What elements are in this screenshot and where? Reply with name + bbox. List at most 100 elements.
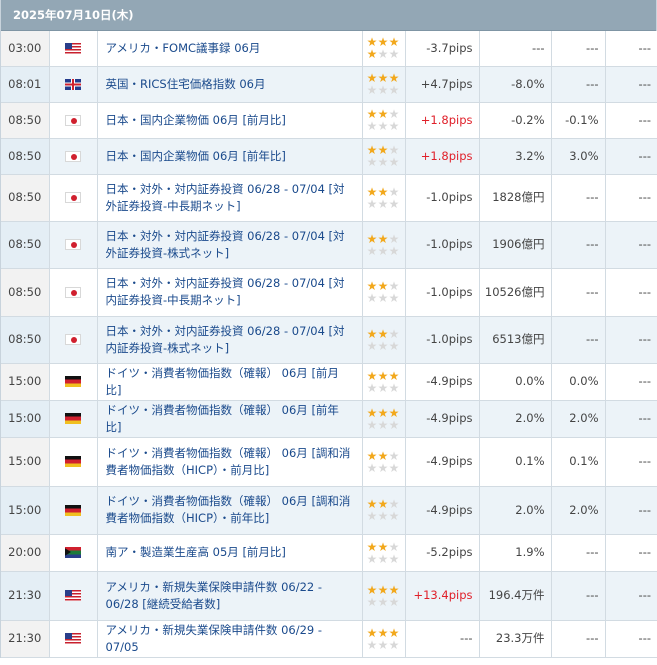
event-name-link[interactable]: 南ア・製造業生産高 05月 [前月比] bbox=[106, 544, 354, 561]
event-name-link[interactable]: 日本・国内企業物価 06月 [前月比] bbox=[106, 112, 354, 129]
star-icon: ★ bbox=[388, 368, 400, 383]
event-name-link[interactable]: 日本・国内企業物価 06月 [前年比] bbox=[106, 148, 354, 165]
previous-value: --- bbox=[605, 363, 657, 401]
event-name-cell[interactable]: 英国・RICS住宅価格指数 06月 bbox=[97, 66, 363, 103]
star-icon: ★ bbox=[366, 625, 378, 640]
impact-value: +1.8pips bbox=[405, 102, 480, 139]
event-name-cell[interactable]: ドイツ・消費者物価指数（確報） 06月 [前年比] bbox=[97, 400, 363, 438]
star-icon: ★ bbox=[388, 405, 400, 420]
star-icon: ★ bbox=[388, 380, 400, 395]
event-name-link[interactable]: 日本・対外・対内証券投資 06/28 - 07/04 [対内証券投資-株式ネット… bbox=[106, 323, 354, 357]
forecast-value: --- bbox=[551, 534, 606, 572]
table-row[interactable]: 15:00 ドイツ・消費者物価指数（確報） 06月 [調和消費者物価指数（HICP… bbox=[1, 486, 657, 535]
star-icon: ★ bbox=[366, 460, 378, 475]
table-row[interactable]: 21:30 アメリカ・新規失業保険申請件数 06/22 - 06/28 [継続受給… bbox=[1, 571, 657, 621]
event-time: 03:00 bbox=[1, 31, 50, 67]
table-row[interactable]: 03:00 アメリカ・FOMC議事録 06月 ★ ★ ★ ★ ★ ★ -3.7pips --- --… bbox=[1, 31, 657, 67]
forecast-value: --- bbox=[551, 221, 606, 269]
event-name-link[interactable]: ドイツ・消費者物価指数（確報） 06月 [調和消費者物価指数（HICP）・前月比… bbox=[106, 445, 354, 479]
star-icon: ★ bbox=[388, 196, 400, 211]
country-flag-cell bbox=[49, 66, 98, 103]
star-icon: ★ bbox=[377, 380, 389, 395]
event-name-cell[interactable]: アメリカ・新規失業保険申請件数 06/22 - 06/28 [継続受給者数] bbox=[97, 571, 363, 621]
date-header-label: 2025年07月10日(木) bbox=[13, 8, 134, 22]
impact-value: +1.8pips bbox=[405, 138, 480, 175]
impact-value: -4.9pips bbox=[405, 486, 480, 535]
table-row[interactable]: 21:30 アメリカ・新規失業保険申請件数 06/29 - 07/05 ★ ★ ★ ★ ★ ★… bbox=[1, 620, 657, 658]
uk-flag-icon bbox=[65, 78, 81, 90]
event-name-link[interactable]: アメリカ・FOMC議事録 06月 bbox=[106, 40, 354, 57]
forecast-value: --- bbox=[551, 316, 606, 364]
previous-value: --- bbox=[605, 31, 657, 67]
event-name-link[interactable]: 英国・RICS住宅価格指数 06月 bbox=[106, 76, 354, 93]
impact-value: -3.7pips bbox=[405, 31, 480, 67]
table-row[interactable]: 08:50 日本・対外・対内証券投資 06/28 - 07/04 [対内証券投資-… bbox=[1, 316, 657, 364]
event-name-cell[interactable]: アメリカ・FOMC議事録 06月 bbox=[97, 31, 363, 67]
table-row[interactable]: 15:00 ドイツ・消費者物価指数（確報） 06月 [調和消費者物価指数（HICP… bbox=[1, 437, 657, 487]
actual-value: 1828億円 bbox=[479, 174, 552, 222]
table-row[interactable]: 08:50 日本・国内企業物価 06月 [前年比] ★ ★ ★ ★ ★ ★ +1.8pips 3.… bbox=[1, 138, 657, 175]
event-name-link[interactable]: ドイツ・消費者物価指数（確報） 06月 [前月比] bbox=[106, 365, 354, 399]
previous-value: --- bbox=[605, 66, 657, 103]
event-name-cell[interactable]: 日本・対外・対内証券投資 06/28 - 07/04 [対外証券投資-中長期ネッ… bbox=[97, 174, 363, 222]
event-name-cell[interactable]: ドイツ・消費者物価指数（確報） 06月 [調和消費者物価指数（HICP）・前月比… bbox=[97, 437, 363, 487]
forecast-value: -0.1% bbox=[551, 102, 606, 139]
star-icon: ★ bbox=[388, 291, 400, 305]
event-name-cell[interactable]: 日本・対外・対内証券投資 06/28 - 07/04 [対内証券投資-中長期ネッ… bbox=[97, 268, 363, 317]
event-name-link[interactable]: ドイツ・消費者物価指数（確報） 06月 [前年比] bbox=[106, 402, 354, 436]
event-name-link[interactable]: アメリカ・新規失業保険申請件数 06/22 - 06/28 [継続受給者数] bbox=[106, 579, 354, 613]
importance-rating: ★ ★ ★ ★ ★ ★ bbox=[362, 31, 406, 67]
event-time: 08:50 bbox=[1, 316, 50, 364]
event-name-cell[interactable]: 日本・国内企業物価 06月 [前年比] bbox=[97, 138, 363, 175]
importance-rating: ★ ★ ★ ★ ★ ★ bbox=[362, 66, 406, 103]
star-icon: ★ bbox=[366, 83, 378, 97]
forecast-value: --- bbox=[551, 620, 606, 658]
actual-value: 23.3万件 bbox=[479, 620, 552, 658]
event-name-cell[interactable]: アメリカ・新規失業保険申請件数 06/29 - 07/05 bbox=[97, 620, 363, 658]
star-icon: ★ bbox=[366, 291, 378, 305]
event-name-cell[interactable]: 日本・国内企業物価 06月 [前月比] bbox=[97, 102, 363, 139]
actual-value: 1906億円 bbox=[479, 221, 552, 269]
table-row[interactable]: 08:50 日本・対外・対内証券投資 06/28 - 07/04 [対外証券投資-… bbox=[1, 174, 657, 222]
previous-value: --- bbox=[605, 400, 657, 438]
event-time: 15:00 bbox=[1, 486, 50, 535]
country-flag-cell bbox=[49, 316, 98, 364]
economic-calendar: 2025年07月10日(木) 03:00 アメリカ・FOMC議事録 06月 ★ ★ ★ ★… bbox=[0, 0, 657, 658]
country-flag-cell bbox=[49, 102, 98, 139]
table-row[interactable]: 15:00 ドイツ・消費者物価指数（確報） 06月 [前月比] ★ ★ ★ ★ ★ ★ -4.9… bbox=[1, 363, 657, 401]
event-name-link[interactable]: ドイツ・消費者物価指数（確報） 06月 [調和消費者物価指数（HICP）・前年比… bbox=[106, 493, 354, 527]
actual-value: 0.1% bbox=[479, 437, 552, 487]
event-name-cell[interactable]: ドイツ・消費者物価指数（確報） 06月 [調和消費者物価指数（HICP）・前年比… bbox=[97, 486, 363, 535]
star-icon: ★ bbox=[377, 196, 389, 211]
forecast-value: --- bbox=[551, 31, 606, 67]
star-icon: ★ bbox=[377, 539, 389, 554]
star-icon: ★ bbox=[366, 184, 378, 199]
event-name-link[interactable]: 日本・対外・対内証券投資 06/28 - 07/04 [対外証券投資-中長期ネッ… bbox=[106, 181, 354, 215]
event-time: 21:30 bbox=[1, 571, 50, 621]
event-name-cell[interactable]: 南ア・製造業生産高 05月 [前月比] bbox=[97, 534, 363, 572]
star-icon: ★ bbox=[377, 338, 389, 353]
event-name-link[interactable]: アメリカ・新規失業保険申請件数 06/29 - 07/05 bbox=[106, 622, 354, 656]
table-row[interactable]: 08:50 日本・国内企業物価 06月 [前月比] ★ ★ ★ ★ ★ ★ +1.8pips -0… bbox=[1, 102, 657, 139]
event-name-cell[interactable]: 日本・対外・対内証券投資 06/28 - 07/04 [対外証券投資-株式ネット… bbox=[97, 221, 363, 269]
star-icon: ★ bbox=[366, 417, 378, 432]
event-name-link[interactable]: 日本・対外・対内証券投資 06/28 - 07/04 [対内証券投資-中長期ネッ… bbox=[106, 275, 354, 309]
table-row[interactable]: 20:00 南ア・製造業生産高 05月 [前月比] ★ ★ ★ ★ ★ ★ -5.2pips 1.… bbox=[1, 534, 657, 572]
star-icon: ★ bbox=[366, 637, 378, 652]
event-time: 21:30 bbox=[1, 620, 50, 658]
actual-value: -8.0% bbox=[479, 66, 552, 103]
event-time: 08:50 bbox=[1, 102, 50, 139]
actual-value: 2.0% bbox=[479, 400, 552, 438]
date-header: 2025年07月10日(木) bbox=[1, 0, 656, 31]
event-name-link[interactable]: 日本・対外・対内証券投資 06/28 - 07/04 [対外証券投資-株式ネット… bbox=[106, 228, 354, 262]
star-icon: ★ bbox=[388, 539, 400, 554]
event-name-cell[interactable]: 日本・対外・対内証券投資 06/28 - 07/04 [対内証券投資-株式ネット… bbox=[97, 316, 363, 364]
previous-value: --- bbox=[605, 316, 657, 364]
actual-value: 0.0% bbox=[479, 363, 552, 401]
table-row[interactable]: 08:50 日本・対外・対内証券投資 06/28 - 07/04 [対内証券投資-… bbox=[1, 268, 657, 317]
event-time: 15:00 bbox=[1, 437, 50, 487]
table-row[interactable]: 08:01 英国・RICS住宅価格指数 06月 ★ ★ ★ ★ ★ ★ +4.7pips -8.0… bbox=[1, 66, 657, 103]
event-name-cell[interactable]: ドイツ・消費者物価指数（確報） 06月 [前月比] bbox=[97, 363, 363, 401]
table-row[interactable]: 15:00 ドイツ・消費者物価指数（確報） 06月 [前年比] ★ ★ ★ ★ ★ ★ -4.9… bbox=[1, 400, 657, 438]
table-row[interactable]: 08:50 日本・対外・対内証券投資 06/28 - 07/04 [対外証券投資-… bbox=[1, 221, 657, 269]
